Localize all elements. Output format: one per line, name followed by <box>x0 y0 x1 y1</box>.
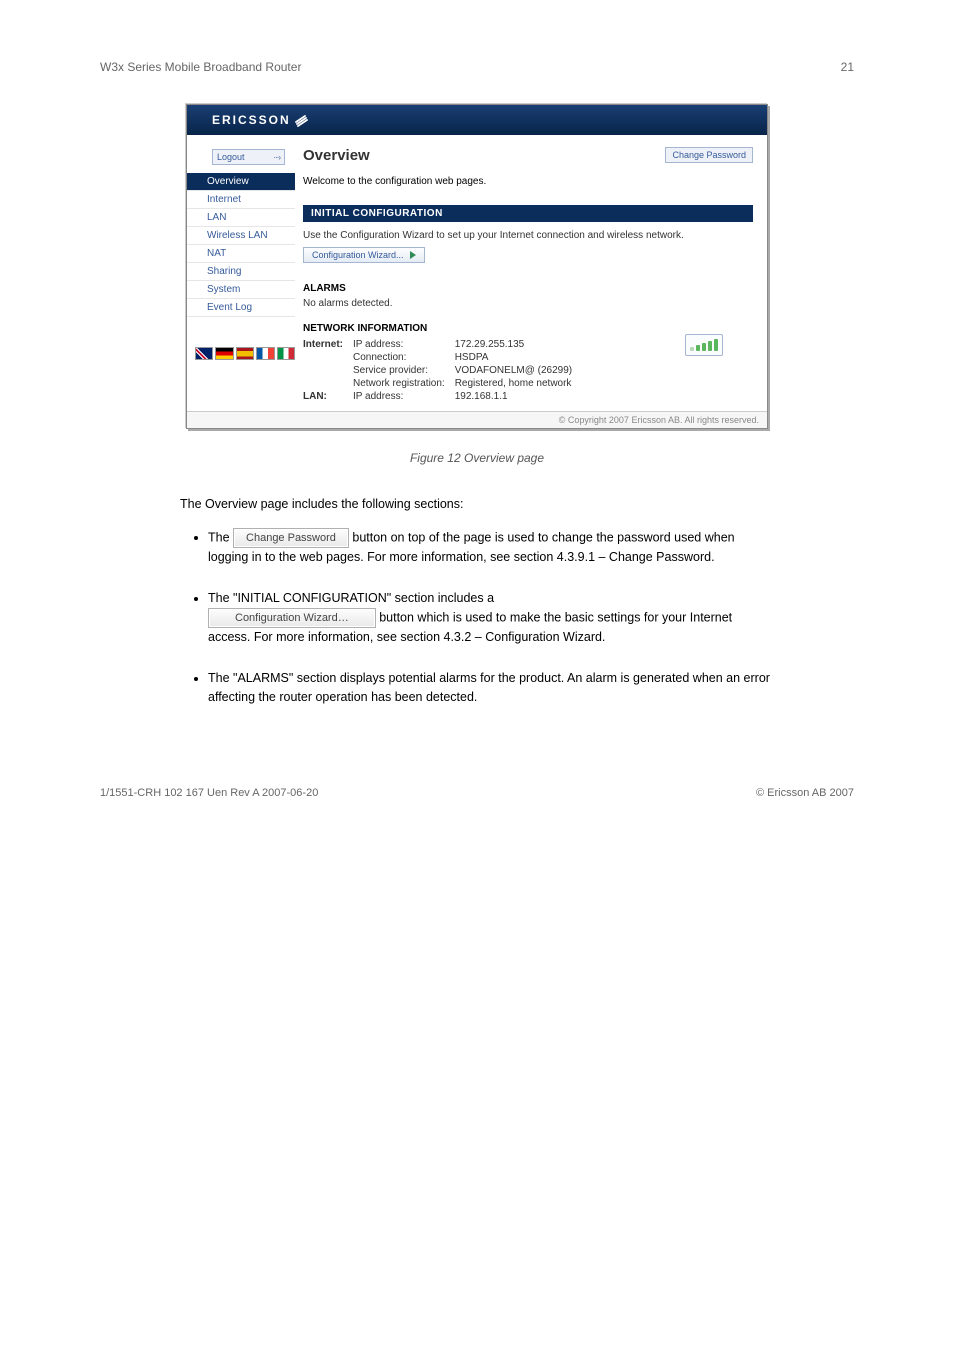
initial-config-text: Use the Configuration Wizard to set up y… <box>303 230 753 241</box>
logout-label: Logout <box>217 152 245 162</box>
flag-it-icon[interactable] <box>277 347 295 360</box>
ip-address-value: 172.29.255.135 <box>455 338 582 351</box>
list-item: The "ALARMS" section displays potential … <box>208 669 774 707</box>
list-item: The "INITIAL CONFIGURATION" section incl… <box>208 589 774 647</box>
inline-change-password-button: Change Password <box>233 528 349 549</box>
network-info: Internet: IP address: 172.29.255.135 Con… <box>303 338 753 403</box>
provider-value: VODAFONELM@ (26299) <box>455 364 582 377</box>
logout-button[interactable]: Logout ···› <box>212 149 285 165</box>
language-flags <box>195 347 295 360</box>
flag-de-icon[interactable] <box>215 347 233 360</box>
bullet-list: The Change Password button on top of the… <box>180 528 774 707</box>
document-footer: 1/1551-CRH 102 167 Uen Rev A 2007-06-20 … <box>0 787 954 839</box>
app-footer: © Copyright 2007 Ericsson AB. All rights… <box>187 411 767 428</box>
nav-item-nat[interactable]: NAT <box>187 245 295 263</box>
footer-left: 1/1551-CRH 102 167 Uen Rev A 2007-06-20 <box>100 787 318 799</box>
doc-title: W3x Series Mobile Broadband Router <box>100 60 301 74</box>
brand-logo: ERICSSON <box>212 113 309 127</box>
alarms-text: No alarms detected. <box>303 298 753 309</box>
nav-item-wireless-lan[interactable]: Wireless LAN <box>187 227 295 245</box>
main-content: Change Password Overview Welcome to the … <box>295 135 767 411</box>
flag-fr-icon[interactable] <box>256 347 274 360</box>
sidebar: Logout ···› Overview Internet LAN Wirele… <box>187 135 295 411</box>
footer-right: © Ericsson AB 2007 <box>756 787 854 799</box>
table-row: Connection: HSDPA <box>303 351 582 364</box>
screenshot-figure: ERICSSON Logout ···› Overview <box>186 104 768 429</box>
flag-es-icon[interactable] <box>236 347 254 360</box>
document-header: W3x Series Mobile Broadband Router 21 <box>0 0 954 104</box>
section-header-alarms: ALARMS <box>303 283 753 294</box>
nav-item-overview[interactable]: Overview <box>187 173 295 191</box>
nav-item-lan[interactable]: LAN <box>187 209 295 227</box>
provider-label: Service provider: <box>353 364 455 377</box>
section-header-network-info: NETWORK INFORMATION <box>303 323 753 334</box>
internet-label: Internet: <box>303 338 353 351</box>
connection-label: Connection: <box>353 351 455 364</box>
nav-item-system[interactable]: System <box>187 281 295 299</box>
lan-label: LAN: <box>303 390 353 403</box>
nav-item-internet[interactable]: Internet <box>187 191 295 209</box>
document-body-text: The Overview page includes the following… <box>0 495 954 707</box>
table-row: Internet: IP address: 172.29.255.135 <box>303 338 582 351</box>
arrow-right-icon <box>410 251 416 259</box>
inline-configuration-wizard-button: Configuration Wizard… <box>208 608 376 629</box>
lan-ip-value: 192.168.1.1 <box>455 390 582 403</box>
table-row: Service provider: VODAFONELM@ (26299) <box>303 364 582 377</box>
app-header-bar: ERICSSON <box>187 105 767 135</box>
ericsson-stripes-icon <box>295 113 309 127</box>
table-row: LAN: IP address: 192.168.1.1 <box>303 390 582 403</box>
list-item: The Change Password button on top of the… <box>208 528 774 567</box>
change-password-button[interactable]: Change Password <box>665 147 753 163</box>
registration-label: Network registration: <box>353 377 455 390</box>
nav-item-sharing[interactable]: Sharing <box>187 263 295 281</box>
arrow-right-icon: ···› <box>273 153 280 162</box>
lan-ip-label: IP address: <box>353 390 455 403</box>
section-header-initial-config: INITIAL CONFIGURATION <box>303 205 753 222</box>
welcome-text: Welcome to the configuration web pages. <box>303 176 753 187</box>
section-initial-config: Use the Configuration Wizard to set up y… <box>303 222 753 277</box>
network-info-table: Internet: IP address: 172.29.255.135 Con… <box>303 338 582 403</box>
intro-paragraph: The Overview page includes the following… <box>180 495 774 514</box>
doc-page-number: 21 <box>841 60 854 74</box>
app-window: ERICSSON Logout ···› Overview <box>187 105 767 428</box>
nav-item-event-log[interactable]: Event Log <box>187 299 295 317</box>
configuration-wizard-button[interactable]: Configuration Wizard... <box>303 247 425 263</box>
flag-uk-icon[interactable] <box>195 347 213 360</box>
connection-value: HSDPA <box>455 351 582 364</box>
signal-strength-icon <box>685 334 723 356</box>
wizard-button-label: Configuration Wizard... <box>312 250 404 260</box>
ip-address-label: IP address: <box>353 338 455 351</box>
registration-value: Registered, home network <box>455 377 582 390</box>
nav-menu: Overview Internet LAN Wireless LAN NAT S… <box>187 173 295 317</box>
figure-caption: Figure 12 Overview page <box>0 451 954 465</box>
table-row: Network registration: Registered, home n… <box>303 377 582 390</box>
